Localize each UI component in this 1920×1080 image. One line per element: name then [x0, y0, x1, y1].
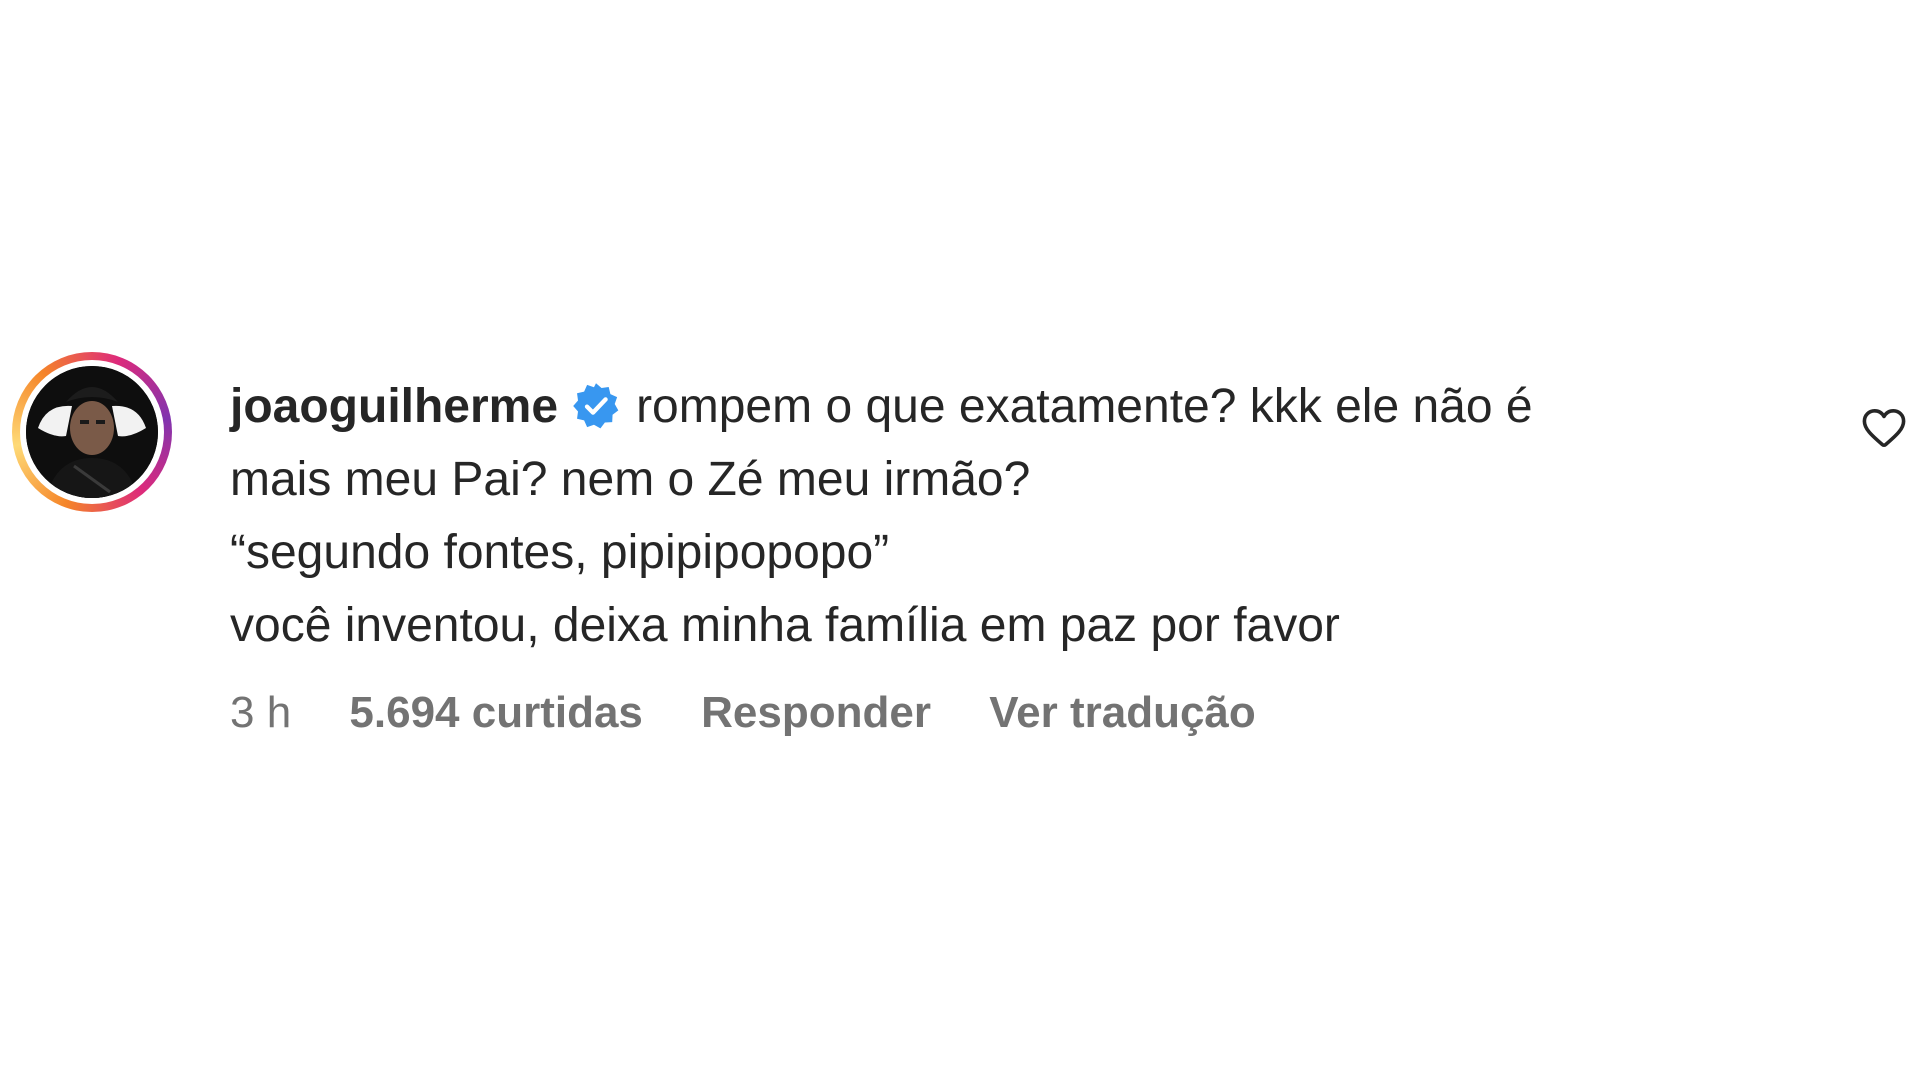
- comment-line-1: rompem o que exatamente? kkk ele não é: [636, 380, 1533, 433]
- comment-time[interactable]: 3 h: [230, 688, 291, 737]
- verified-badge-icon: [573, 383, 619, 429]
- comment-line-2: mais meu Pai? nem o Zé meu irmão?: [230, 453, 1031, 506]
- comment-body: joaoguilherme rompem o que exatamente? kk…: [230, 370, 1760, 738]
- comment-text: joaoguilherme rompem o que exatamente? kk…: [230, 370, 1760, 662]
- avatar-frame: [20, 360, 164, 504]
- username-link[interactable]: joaoguilherme: [230, 380, 558, 433]
- comment-meta: 3 h 5.694 curtidas Responder Ver traduçã…: [230, 688, 1760, 738]
- avatar[interactable]: [26, 366, 158, 498]
- comment-line-3: “segundo fontes, pipipipopopo”: [230, 526, 890, 579]
- translate-button[interactable]: Ver tradução: [989, 688, 1256, 737]
- story-ring[interactable]: [12, 352, 172, 512]
- reply-button[interactable]: Responder: [701, 688, 931, 737]
- heart-outline-icon[interactable]: [1860, 404, 1908, 452]
- likes-count[interactable]: 5.694 curtidas: [349, 688, 643, 737]
- avatar-photo: [26, 366, 158, 498]
- comment-line-4: você inventou, deixa minha família em pa…: [230, 599, 1340, 652]
- comment: joaoguilherme rompem o que exatamente? kk…: [12, 352, 1912, 772]
